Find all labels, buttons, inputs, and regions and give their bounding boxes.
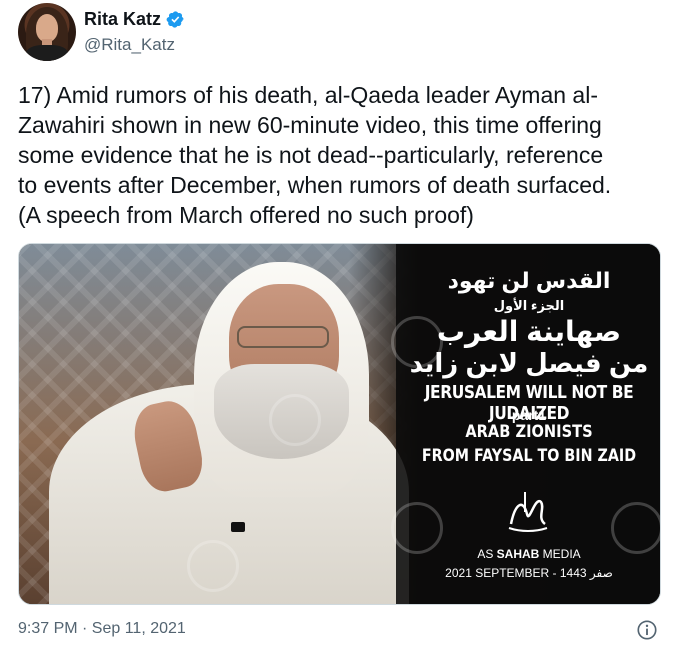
- media-title-arabic: القدس لن تهود: [447, 268, 611, 293]
- brand-bold: SAHAB: [496, 547, 540, 561]
- avatar-shirt: [26, 45, 68, 61]
- media-brand: AS SAHAB MEDIA: [396, 547, 660, 561]
- media-subtitle-english-1: ARAB ZIONISTS: [465, 422, 593, 442]
- avatar-face: [36, 14, 58, 42]
- media-figure-microphone: [231, 522, 245, 532]
- watermark-icon: [187, 540, 239, 592]
- author-avatar[interactable]: [18, 3, 76, 61]
- verified-badge-icon: [166, 11, 184, 28]
- media-part-english: part1: [511, 407, 547, 423]
- tweet-media-image[interactable]: القدس لن تهود الجزء الأول صهاينة العرب م…: [18, 243, 661, 605]
- brand-suffix: MEDIA: [539, 547, 581, 561]
- author-display-name[interactable]: Rita Katz: [84, 9, 161, 30]
- media-part-arabic: الجزء الأول: [493, 298, 565, 313]
- brand-prefix: AS: [477, 547, 497, 561]
- tweet-text: 17) Amid rumors of his death, al-Qaeda l…: [18, 82, 612, 228]
- media-date-line: 2021 SEPTEMBER - 1443 صفر: [445, 566, 613, 580]
- info-icon[interactable]: [636, 619, 658, 641]
- media-subtitle-arabic-1: صهاينة العرب: [436, 316, 622, 347]
- author-handle[interactable]: @Rita_Katz: [84, 35, 175, 55]
- media-subtitle-arabic-2: من فيصل لابن زايد: [409, 348, 649, 378]
- media-figure-glasses: [237, 326, 329, 348]
- tweet-timestamp[interactable]: 9:37 PM · Sep 11, 2021: [18, 620, 186, 638]
- media-subtitle-english-2: FROM FAYSAL TO BIN ZAID: [421, 446, 637, 466]
- watermark-icon: [269, 394, 321, 446]
- calligraphy-logo-icon: [508, 492, 548, 532]
- author-name-row: Rita Katz: [84, 9, 185, 30]
